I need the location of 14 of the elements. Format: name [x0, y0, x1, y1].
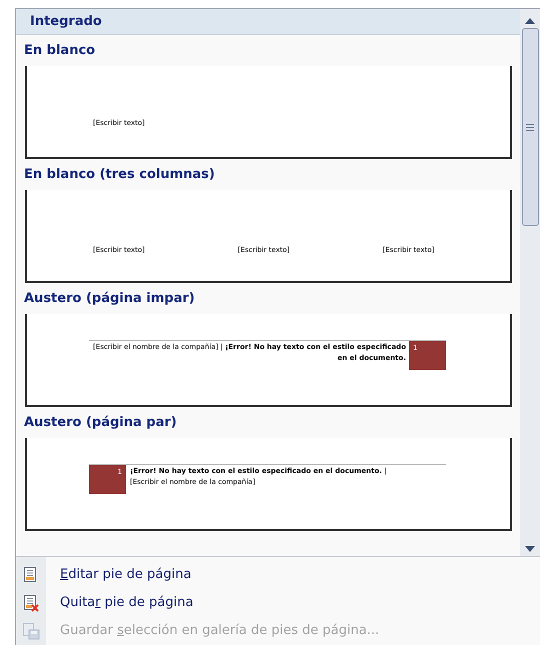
- gallery-item-title: Austero (página impar): [24, 291, 195, 306]
- gallery-item-title: En blanco (tres columnas): [24, 167, 215, 182]
- scroll-down-icon[interactable]: [525, 546, 535, 552]
- category-header: Integrado: [16, 9, 520, 35]
- menu-item[interactable]: Quitar pie de página: [16, 589, 540, 617]
- menu-item[interactable]: Editar pie de página: [16, 561, 540, 589]
- scroll-up-icon[interactable]: [525, 18, 535, 24]
- scroll-thumb[interactable]: [522, 28, 538, 226]
- scrollbar[interactable]: [520, 9, 540, 556]
- grip-icon: [526, 124, 534, 130]
- gallery-item-title: En blanco: [24, 43, 96, 58]
- documents-icon: [22, 622, 40, 640]
- gallery-item-title: Austero (página par): [24, 415, 177, 430]
- document-x-icon: [22, 594, 40, 612]
